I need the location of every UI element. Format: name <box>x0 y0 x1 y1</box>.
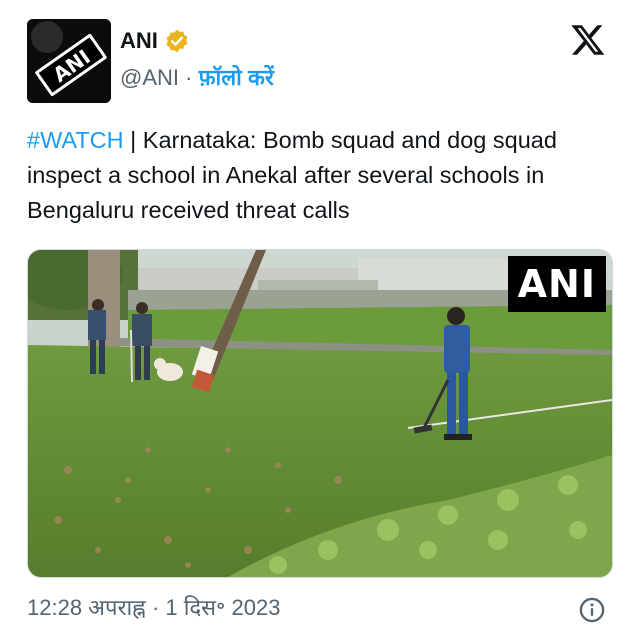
separator: · <box>185 65 193 90</box>
hashtag-link[interactable]: #WATCH <box>27 127 124 153</box>
x-logo-icon[interactable] <box>569 22 607 58</box>
verified-badge-icon <box>166 29 188 53</box>
account-name-row: ANI <box>120 28 190 54</box>
account-handle[interactable]: @ANI <box>120 65 179 90</box>
follow-button[interactable]: फ़ॉलो करें <box>199 65 274 90</box>
tweet-media-video[interactable]: ANI <box>27 249 613 578</box>
info-icon[interactable] <box>578 596 606 624</box>
ani-logo: ANI <box>27 19 111 103</box>
tweet-timestamp[interactable]: 12:28 अपराह्न · 1 दिस॰ 2023 <box>27 593 280 623</box>
account-name[interactable]: ANI <box>120 28 158 54</box>
handle-row: @ANI · फ़ॉलो करें <box>120 64 274 92</box>
tweet-text: #WATCH | Karnataka: Bomb squad and dog s… <box>27 123 607 228</box>
avatar[interactable]: ANI <box>27 19 111 103</box>
media-watermark: ANI <box>507 256 606 312</box>
